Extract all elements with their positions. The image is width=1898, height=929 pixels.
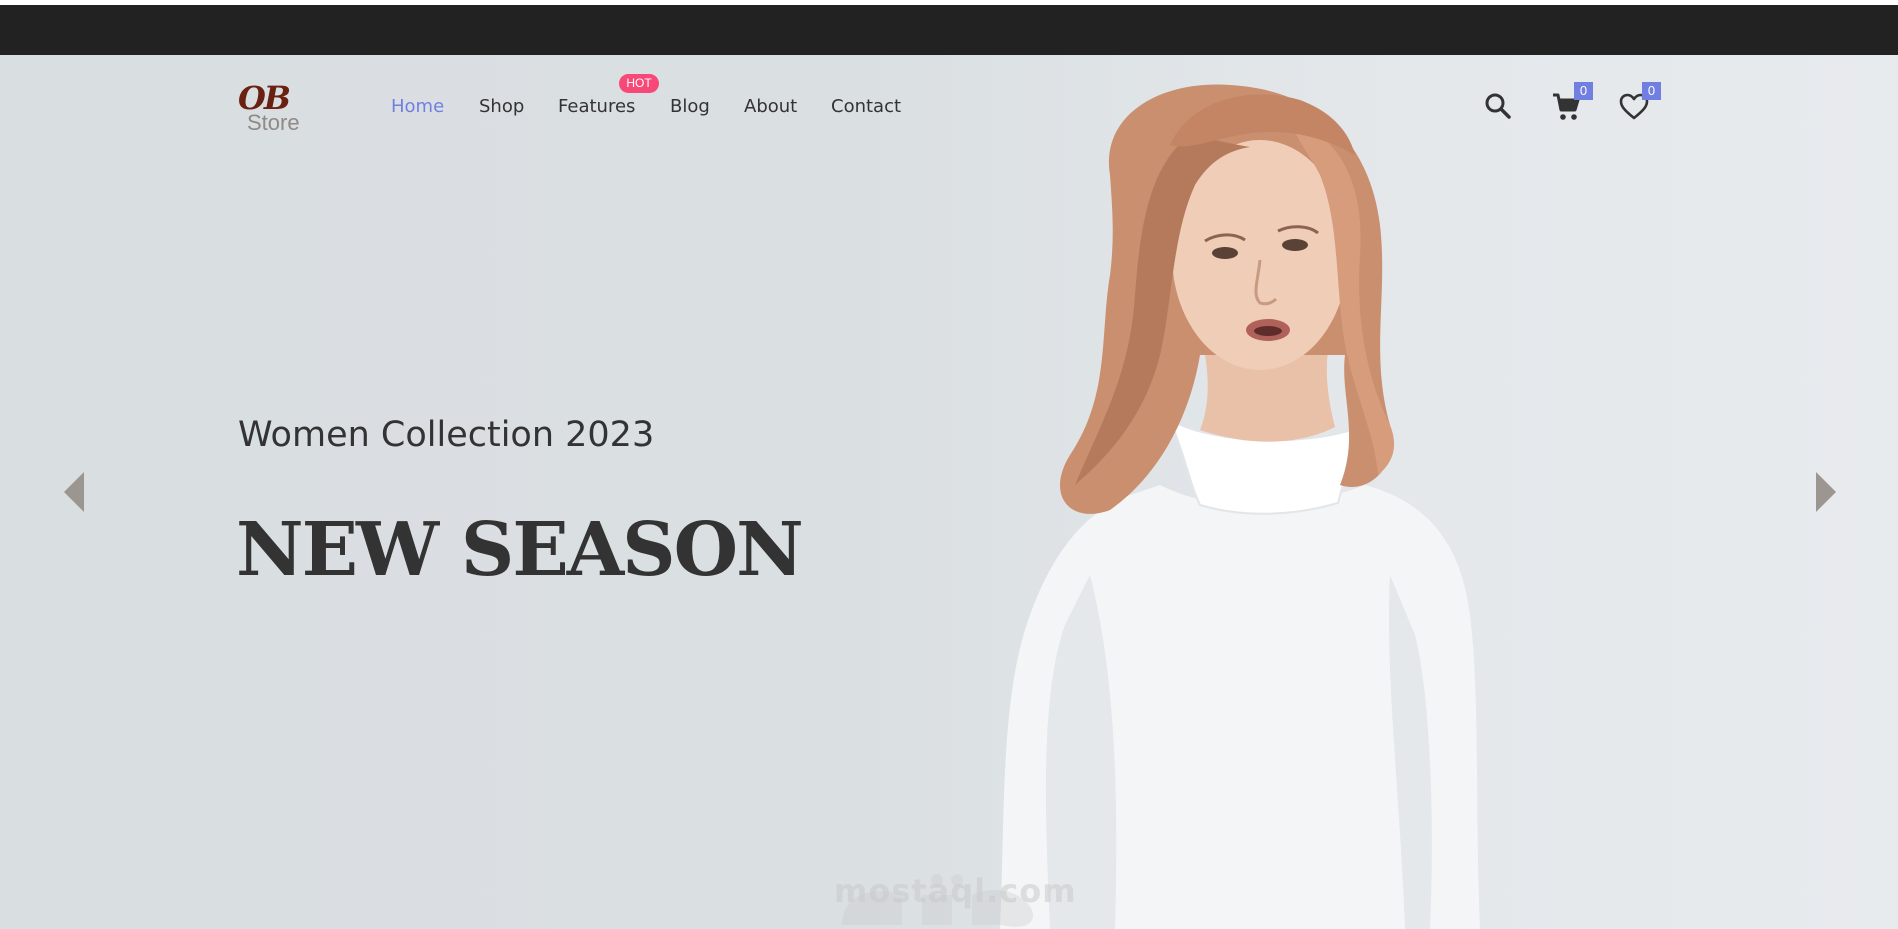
slider-prev-button[interactable] — [62, 470, 86, 514]
nav-item-shop[interactable]: Shop — [479, 95, 524, 119]
nav-item-about[interactable]: About — [744, 95, 797, 119]
wishlist-count-badge: 0 — [1642, 82, 1661, 100]
model-image — [1000, 84, 1480, 929]
logo-word: Store — [247, 110, 300, 135]
nav-item-contact[interactable]: Contact — [831, 95, 901, 119]
hero-headline: NEW SEASON — [236, 507, 804, 593]
arrow-left-icon — [64, 472, 84, 512]
nav-item-home[interactable]: Home — [391, 95, 444, 119]
nav-item-blog[interactable]: Blog — [670, 95, 710, 119]
hot-badge: HOT — [619, 74, 659, 93]
hero-subtitle: Women Collection 2023 — [238, 415, 655, 455]
slider-next-button[interactable] — [1814, 470, 1838, 514]
search-button[interactable] — [1484, 92, 1512, 120]
hero-slider — [0, 55, 1898, 929]
search-icon — [1485, 93, 1511, 119]
cart-count-badge: 0 — [1574, 82, 1593, 100]
arrow-right-icon — [1816, 472, 1836, 512]
site-logo[interactable]: OB Store — [238, 80, 318, 138]
top-bar — [0, 5, 1898, 55]
nav-item-features[interactable]: Features — [558, 95, 635, 119]
watermark-text: mostaql.com — [834, 872, 1077, 910]
